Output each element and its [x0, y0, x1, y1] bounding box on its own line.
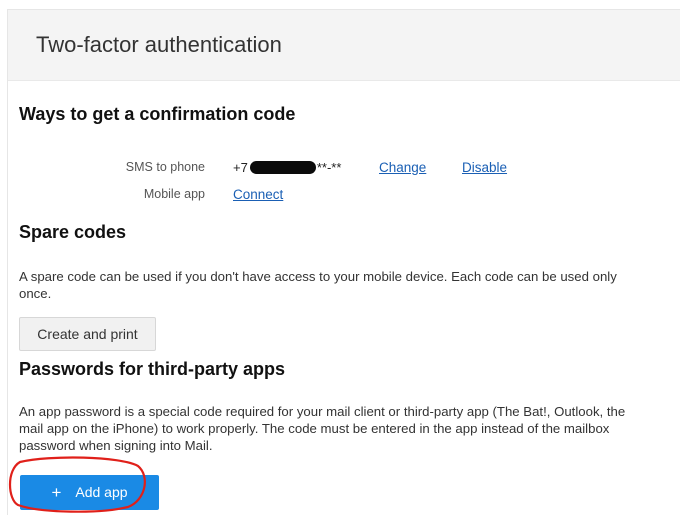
- third-party-passwords-title: Passwords for third-party apps: [19, 359, 286, 379]
- confirmation-section-title: Ways to get a confirmation code: [19, 104, 296, 124]
- disable-sms-link[interactable]: Disable: [462, 160, 507, 175]
- add-app-button[interactable]: + Add app: [20, 475, 159, 510]
- mobile-app-row: Mobile app Connect: [19, 187, 619, 205]
- sms-label: SMS to phone: [125, 160, 205, 174]
- phone-suffix: **-**: [316, 160, 342, 175]
- spare-codes-title: Spare codes: [19, 222, 127, 242]
- sms-label-wrap: SMS to phone: [19, 160, 205, 176]
- create-and-print-button[interactable]: Create and print: [19, 317, 156, 351]
- page-title: Two-factor authentication: [36, 32, 282, 57]
- plus-icon: +: [51, 483, 62, 502]
- phone-prefix: +7: [233, 160, 248, 175]
- change-phone-link[interactable]: Change: [379, 160, 426, 175]
- third-party-description: An app password is a special code requir…: [19, 404, 626, 453]
- spare-codes-description: A spare code can be used if you don't ha…: [19, 269, 617, 301]
- mobile-app-label: Mobile app: [143, 187, 205, 201]
- connect-mobile-app-link[interactable]: Connect: [233, 187, 283, 202]
- add-app-label: Add app: [75, 484, 128, 500]
- mobile-label-wrap: Mobile app: [19, 187, 205, 203]
- redaction-mark: [249, 161, 316, 174]
- phone-number: +7 **-**: [233, 160, 341, 175]
- sms-row: SMS to phone +7 **-** Change Disable: [19, 160, 619, 178]
- two-factor-panel: Two-factor authentication Ways to get a …: [7, 9, 680, 515]
- panel-header: Two-factor authentication: [8, 10, 680, 81]
